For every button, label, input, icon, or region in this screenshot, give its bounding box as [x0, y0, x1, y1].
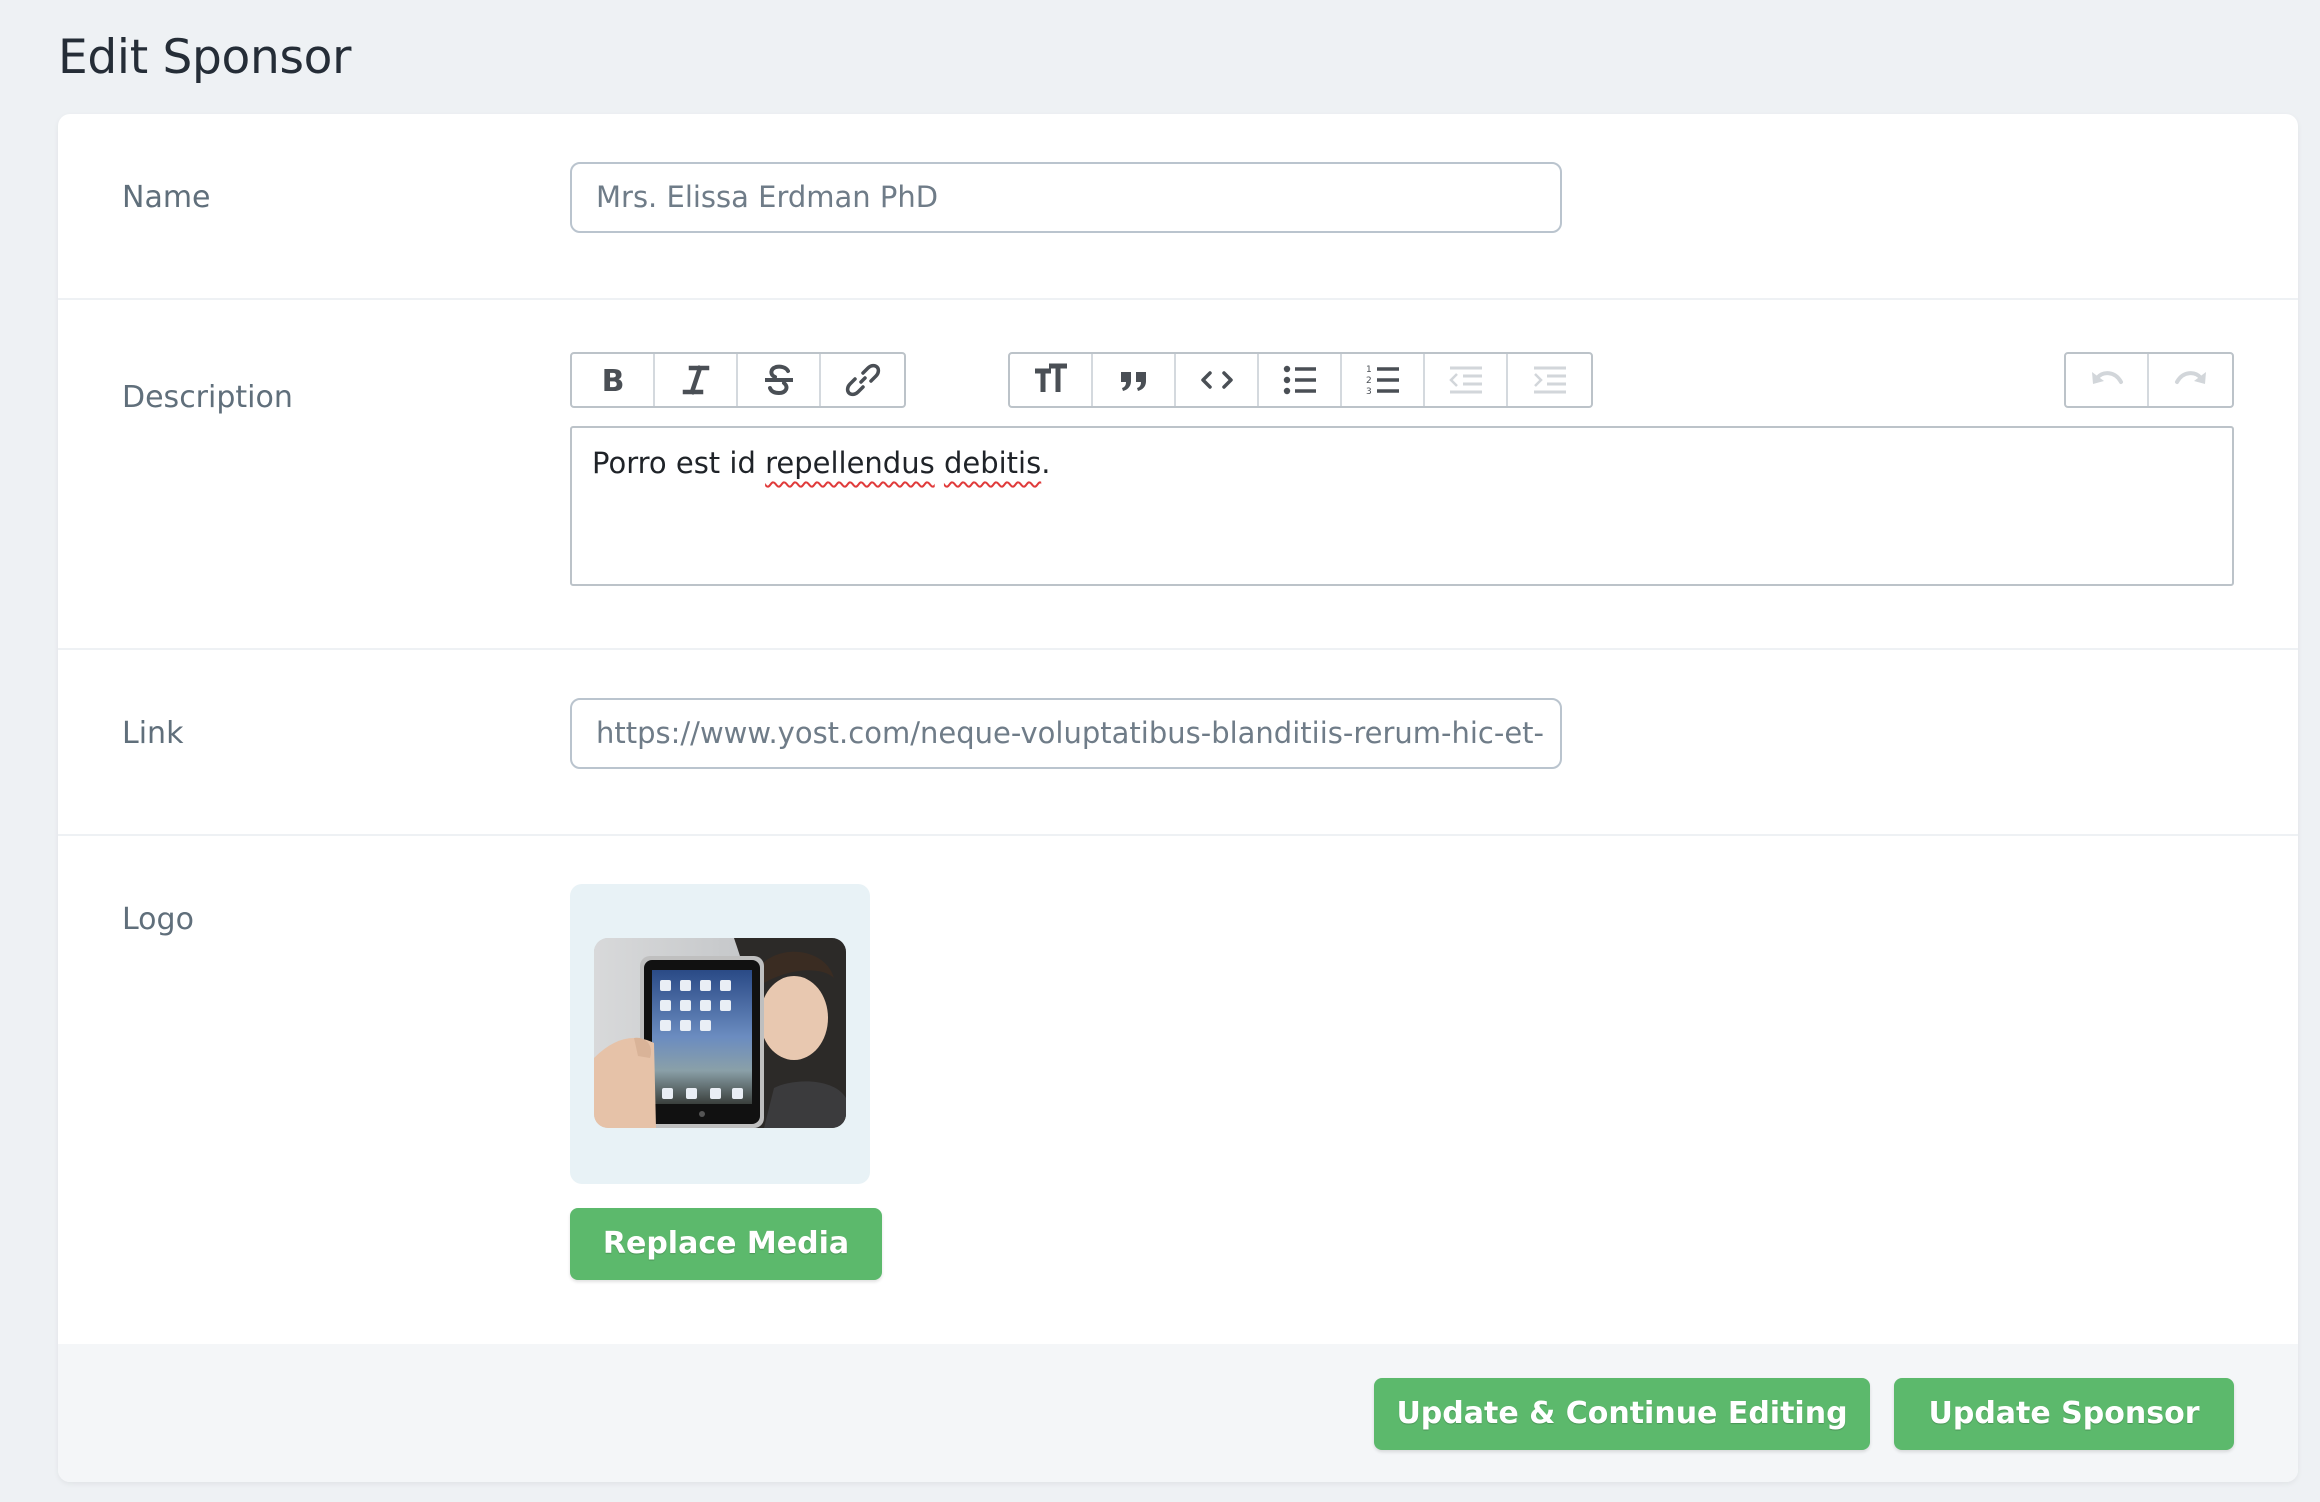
- outdent-icon: [1448, 366, 1482, 394]
- update-sponsor-button[interactable]: Update Sponsor: [1894, 1378, 2234, 1450]
- italic-icon: [682, 365, 709, 395]
- name-input[interactable]: Mrs. Elissa Erdman PhD: [570, 162, 1562, 233]
- description-text: Porro est id: [592, 446, 766, 480]
- logo-label: Logo: [122, 902, 194, 937]
- logo-preview: [570, 884, 870, 1184]
- logo-row: Logo Replace Media: [58, 836, 2298, 1344]
- bullet-list-icon: [1283, 365, 1316, 395]
- description-end: .: [1041, 446, 1051, 480]
- heading-button[interactable]: [1010, 354, 1093, 406]
- italic-button[interactable]: [655, 354, 738, 406]
- name-label: Name: [122, 180, 211, 215]
- svg-text:B: B: [601, 364, 624, 399]
- tablet-photo: [594, 938, 846, 1128]
- sponsor-form-card: Name Mrs. Elissa Erdman PhD Description …: [58, 114, 2298, 1482]
- code-icon: [1200, 371, 1233, 389]
- description-label: Description: [122, 380, 293, 415]
- indent-icon: [1533, 366, 1566, 394]
- misspelled-word: debitis: [943, 446, 1042, 480]
- link-label: Link: [122, 716, 184, 751]
- numbered-list-button[interactable]: 123: [1342, 354, 1425, 406]
- block-toolbar-group: 123: [1008, 352, 1593, 408]
- replace-media-button[interactable]: Replace Media: [570, 1208, 882, 1280]
- description-row: Description B 1 2 3 Porro est id repelle…: [58, 300, 2298, 650]
- link-icon: [845, 363, 880, 397]
- numbered-list-icon: 123: [1366, 365, 1399, 397]
- redo-button[interactable]: [2149, 354, 2232, 406]
- redo-icon: [2174, 371, 2206, 384]
- misspelled-word: repellendus: [765, 446, 935, 480]
- link-button[interactable]: [821, 354, 904, 406]
- update-continue-button[interactable]: Update & Continue Editing: [1374, 1378, 1870, 1450]
- heading-icon: [1034, 363, 1067, 392]
- logo-image: [594, 938, 846, 1128]
- form-footer: Update & Continue Editing Update Sponsor: [58, 1344, 2298, 1482]
- quote-button[interactable]: [1093, 354, 1176, 406]
- outdent-button[interactable]: [1425, 354, 1508, 406]
- bold-button[interactable]: B: [572, 354, 655, 406]
- description-editor[interactable]: Porro est id repellendus debitis.: [570, 426, 2234, 586]
- undo-button[interactable]: [2066, 354, 2149, 406]
- undo-icon: [2091, 371, 2123, 384]
- svg-text:2: 2: [1366, 376, 1372, 386]
- svg-text:3: 3: [1366, 387, 1372, 397]
- link-input[interactable]: https://www.yost.com/neque-voluptatibus-…: [570, 698, 1562, 769]
- format-toolbar-group: B: [570, 352, 906, 408]
- indent-button[interactable]: [1508, 354, 1591, 406]
- strikethrough-icon: [764, 364, 793, 396]
- bullet-list-button[interactable]: [1259, 354, 1342, 406]
- bold-icon: B: [601, 364, 624, 399]
- history-toolbar-group: [2064, 352, 2234, 408]
- strikethrough-button[interactable]: [738, 354, 821, 406]
- quote-icon: [1120, 372, 1146, 391]
- svg-text:1: 1: [1366, 365, 1372, 375]
- name-row: Name Mrs. Elissa Erdman PhD: [58, 114, 2298, 300]
- code-button[interactable]: [1176, 354, 1259, 406]
- page-title: Edit Sponsor: [58, 30, 352, 85]
- link-row: Link https://www.yost.com/neque-voluptat…: [58, 650, 2298, 836]
- description-space: [935, 446, 944, 480]
